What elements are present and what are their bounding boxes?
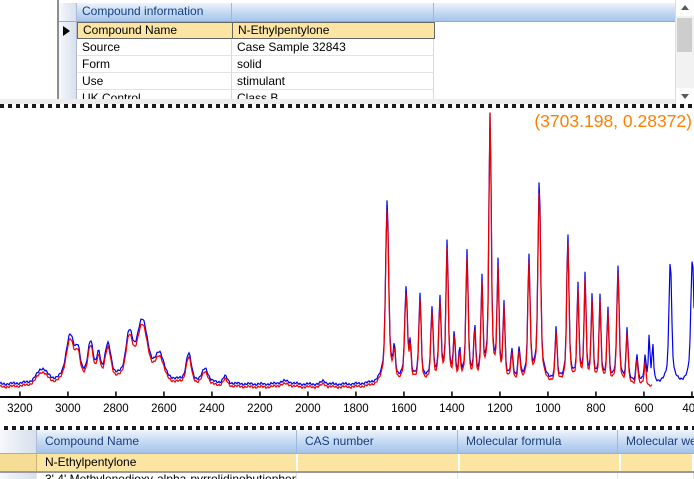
result-compound-name[interactable]: 3' 4' Methylenedioxy-alpha-pyrrolidinobu… (37, 473, 297, 479)
row-filler (434, 56, 678, 73)
grid-header-value-column[interactable] (232, 3, 434, 21)
property-row-compound-name[interactable]: Compound Name N-Ethylpentylone (59, 22, 678, 39)
grid-header-filler (434, 3, 678, 21)
arrow-down-icon (681, 94, 689, 99)
compound-info-grid-header: Compound information (59, 3, 678, 22)
result-molecular-formula[interactable] (458, 473, 618, 479)
property-value[interactable]: solid (232, 56, 434, 73)
result-molecular-weight[interactable] (621, 454, 694, 471)
row-selector-cell[interactable] (59, 56, 77, 73)
x-axis-tick-label: 1400 (439, 403, 465, 415)
property-value[interactable]: stimulant (232, 73, 434, 90)
x-axis-tick-label: 1200 (487, 403, 513, 415)
row-selector-header (59, 3, 77, 21)
x-axis-tick-label: 2600 (151, 403, 177, 415)
results-grid-header: Compound Name CAS number Molecular formu… (0, 430, 694, 454)
property-label[interactable]: Form (77, 56, 232, 73)
property-value[interactable]: Case Sample 32843 (232, 39, 434, 56)
x-axis-tick-label: 1800 (343, 403, 369, 415)
x-axis-tick-label: 1000 (535, 403, 561, 415)
result-molecular-formula[interactable] (460, 454, 621, 471)
x-axis-tick-label: 2800 (103, 403, 129, 415)
column-header-molecular-formula[interactable]: Molecular formula (458, 430, 618, 453)
current-row-arrow-icon (63, 26, 70, 36)
x-axis-tick-label: 3000 (55, 403, 81, 415)
column-header-cas-number[interactable]: CAS number (297, 430, 458, 453)
property-label[interactable]: Source (77, 39, 232, 56)
scroll-down-button[interactable] (676, 88, 694, 104)
compound-info-panel: Compound information Compound Name N-Eth… (0, 0, 694, 104)
row-selector-cell[interactable] (59, 73, 77, 90)
property-row-source[interactable]: Source Case Sample 32843 (59, 39, 678, 56)
column-header-molecular-weight[interactable]: Molecular weight (618, 430, 694, 453)
column-header-compound-name[interactable]: Compound Name (37, 430, 297, 453)
spectrum-plot[interactable]: 3200 3000 2800 2600 2400 2200 2000 1800 1600 1400… (0, 108, 694, 426)
x-axis-tick-label: 800 (586, 403, 605, 415)
panel-bottom-strip (0, 99, 694, 104)
property-label[interactable]: Compound Name (77, 22, 232, 39)
spectrum-trace-sample-red (0, 113, 652, 389)
x-axis-tick-label: 2400 (199, 403, 225, 415)
grid-header-compound-information[interactable]: Compound information (77, 3, 232, 21)
scroll-up-button[interactable] (676, 0, 694, 16)
property-row-use[interactable]: Use stimulant (59, 73, 678, 90)
row-selector-cell[interactable] (59, 22, 77, 39)
x-axis-tick-label: 3200 (7, 403, 33, 415)
property-row-form[interactable]: Form solid (59, 56, 678, 73)
x-axis-tick-label: 400 (682, 403, 694, 415)
property-label[interactable]: Use (77, 73, 232, 90)
results-row-mdpbp-clipped[interactable]: 3' 4' Methylenedioxy-alpha-pyrrolidinobu… (0, 473, 694, 479)
row-filler (435, 22, 678, 39)
results-row-selector-header (0, 430, 37, 453)
results-row-n-ethylpentylone[interactable]: N-Ethylpentylone (0, 454, 694, 473)
search-results-grid: Compound Name CAS number Molecular formu… (0, 430, 694, 479)
spectrum-chart-panel[interactable]: (3703.198, 0.28372) 32003000280026002400… (0, 104, 694, 430)
scrollbar-thumb[interactable] (677, 18, 692, 52)
x-axis-tick-label: 1600 (391, 403, 417, 415)
result-cas-number[interactable] (297, 473, 458, 479)
row-filler (434, 73, 678, 90)
arrow-up-icon (681, 5, 689, 10)
results-row-selector-cell[interactable] (0, 473, 37, 479)
result-cas-number[interactable] (298, 454, 460, 471)
result-compound-name[interactable]: N-Ethylpentylone (37, 454, 298, 471)
x-axis-tick-label: 2200 (247, 403, 273, 415)
compound-info-grid: Compound information Compound Name N-Eth… (57, 0, 678, 104)
row-selector-cell[interactable] (59, 39, 77, 56)
result-molecular-weight[interactable] (618, 473, 694, 479)
x-axis-tick-label: 600 (634, 403, 653, 415)
property-value[interactable]: N-Ethylpentylone (232, 22, 435, 39)
x-axis-tick-label: 2000 (295, 403, 321, 415)
spectrum-trace-reference-blue (0, 113, 694, 386)
results-row-selector-cell[interactable] (0, 454, 37, 471)
spectroscopy-app-window: { "top_table": { "header": "Compound inf… (0, 0, 694, 479)
vertical-scrollbar[interactable] (675, 0, 694, 104)
row-filler (434, 39, 678, 56)
